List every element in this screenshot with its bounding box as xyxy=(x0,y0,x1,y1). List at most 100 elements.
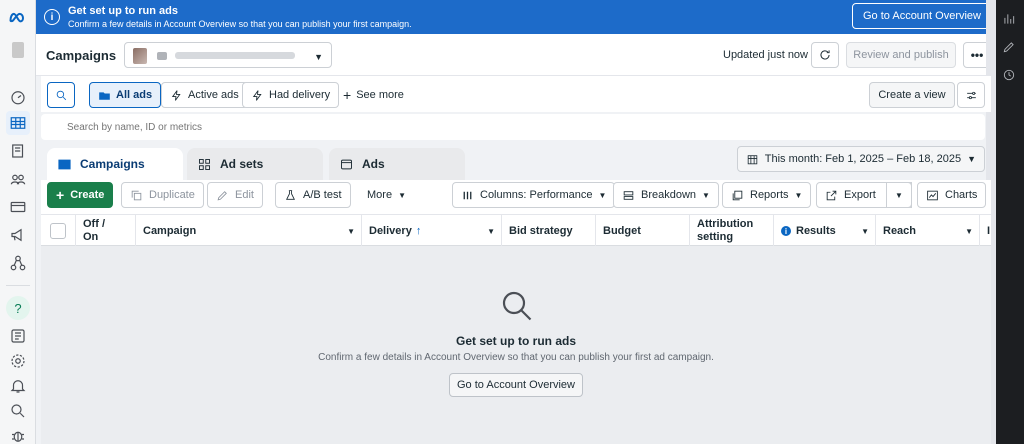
lightning-icon xyxy=(252,89,262,101)
export-icon xyxy=(826,190,837,200)
columns-button[interactable]: Columns: Performance ▼ xyxy=(452,182,616,208)
settings-gear-icon[interactable] xyxy=(6,349,30,373)
filter-bar: All ads Active ads Had delivery + See mo… xyxy=(41,76,991,112)
create-button[interactable]: + Create xyxy=(47,182,114,208)
filter-active-ads[interactable]: Active ads xyxy=(161,82,248,108)
search-icon[interactable] xyxy=(6,399,30,423)
columns-label: Columns: Performance xyxy=(480,189,593,201)
tab-ads[interactable]: Ads xyxy=(329,148,465,180)
pencil-icon[interactable] xyxy=(1002,40,1018,56)
filter-active-ads-label: Active ads xyxy=(188,89,239,101)
breakdown-button[interactable]: Breakdown ▼ xyxy=(613,182,719,208)
pencil-icon xyxy=(217,190,227,200)
ad-window-icon xyxy=(341,159,352,169)
line-chart-icon xyxy=(927,190,938,200)
tab-campaigns[interactable]: Campaigns xyxy=(47,148,183,180)
search-icon xyxy=(56,90,66,100)
date-range-picker[interactable]: This month: Feb 1, 2025 – Feb 18, 2025 ▼ xyxy=(736,146,985,172)
table-header: Off / On Campaign ▼ Delivery ↑ ▼ Bid str… xyxy=(41,214,991,247)
audience-icon[interactable] xyxy=(6,167,30,191)
column-bid-strategy[interactable]: Bid strategy xyxy=(502,215,596,247)
date-range-label: This month: Feb 1, 2025 – Feb 18, 2025 xyxy=(764,153,962,165)
gauge-icon[interactable] xyxy=(6,85,30,109)
sliders-icon xyxy=(966,91,976,99)
page-header: Campaigns ▼ Updated just now Review and … xyxy=(36,34,996,76)
page-title: Campaigns xyxy=(46,48,117,63)
see-more-filters[interactable]: + See more xyxy=(335,82,412,108)
column-campaign[interactable]: Campaign ▼ xyxy=(136,215,362,247)
create-view-button[interactable]: Create a view xyxy=(869,82,955,108)
review-publish-button[interactable]: Review and publish xyxy=(846,42,956,68)
filter-all-ads[interactable]: All ads xyxy=(89,82,162,108)
banner-subtitle: Confirm a few details in Account Overvie… xyxy=(68,19,412,29)
create-label: Create xyxy=(70,189,105,201)
calendar-icon xyxy=(747,154,758,164)
help-icon[interactable]: ? xyxy=(6,296,30,320)
reports-button[interactable]: Reports ▼ xyxy=(722,182,812,208)
column-next-truncated[interactable]: I xyxy=(980,215,991,247)
megaphone-icon[interactable] xyxy=(6,223,30,247)
chevron-down-icon: ▼ xyxy=(398,190,406,200)
search-toggle-button[interactable] xyxy=(47,82,75,108)
pages-icon[interactable] xyxy=(6,139,30,163)
flask-icon xyxy=(286,189,295,200)
breakdown-icon xyxy=(623,190,634,200)
folder-icon xyxy=(99,91,110,100)
campaign-toolbar: + Create Duplicate Edit A/B test More ▼ xyxy=(41,180,991,214)
column-reach[interactable]: Reach ▼ xyxy=(876,215,980,247)
bell-icon[interactable] xyxy=(6,374,30,398)
grid-icon xyxy=(199,158,210,170)
history-clock-icon[interactable] xyxy=(1002,68,1018,84)
select-all-checkbox[interactable] xyxy=(50,223,66,239)
lightning-icon xyxy=(171,89,181,101)
banner-account-overview-button[interactable]: Go to Account Overview xyxy=(852,3,992,29)
column-off-on[interactable]: Off / On xyxy=(76,215,136,247)
column-attribution[interactable]: Attribution setting xyxy=(690,215,774,247)
column-attribution-label: Attribution setting xyxy=(697,218,754,243)
network-icon[interactable] xyxy=(6,251,30,275)
chevron-down-icon: ▼ xyxy=(965,226,973,236)
chevron-down-icon: ▼ xyxy=(794,190,803,200)
column-off-on-label: Off / On xyxy=(83,218,105,243)
more-actions-button[interactable]: More ▼ xyxy=(359,182,414,208)
column-next-label: I xyxy=(987,225,991,237)
charts-button[interactable]: Charts xyxy=(917,182,987,208)
bug-report-icon[interactable] xyxy=(6,424,30,444)
filter-had-delivery-label: Had delivery xyxy=(269,89,331,101)
meta-logo-icon[interactable] xyxy=(6,6,30,30)
news-icon[interactable] xyxy=(6,324,30,348)
plus-icon: + xyxy=(343,87,352,103)
refresh-button[interactable] xyxy=(811,42,839,68)
filter-had-delivery[interactable]: Had delivery xyxy=(242,82,340,108)
plus-icon: + xyxy=(56,187,65,203)
search-input[interactable] xyxy=(41,114,985,140)
ad-account-selector[interactable]: ▼ xyxy=(124,42,332,68)
refresh-icon xyxy=(820,50,830,60)
info-icon: i xyxy=(44,9,60,25)
ads-manager: ? i Get set up to run ads Confirm a few … xyxy=(0,0,1024,444)
duplicate-button[interactable]: Duplicate xyxy=(121,182,204,208)
edit-button[interactable]: Edit xyxy=(207,182,263,208)
ab-test-button[interactable]: A/B test xyxy=(275,182,351,208)
info-icon: i xyxy=(781,226,791,236)
updated-status: Updated just now xyxy=(723,49,808,61)
chevron-down-icon: ▼ xyxy=(347,226,355,236)
view-settings-button[interactable] xyxy=(957,82,985,108)
column-campaign-label: Campaign xyxy=(143,225,197,237)
account-avatar[interactable] xyxy=(6,38,30,62)
export-options-button[interactable]: ▼ xyxy=(886,182,912,208)
reports-icon xyxy=(732,190,743,200)
column-delivery[interactable]: Delivery ↑ ▼ xyxy=(362,215,502,247)
left-nav-rail: ? xyxy=(0,0,36,444)
column-results[interactable]: i Results ▼ xyxy=(774,215,876,247)
select-all-column xyxy=(41,215,76,247)
empty-account-overview-button[interactable]: Go to Account Overview xyxy=(449,373,583,397)
chart-bars-icon[interactable] xyxy=(1002,12,1018,28)
export-label: Export xyxy=(844,189,876,201)
billing-card-icon[interactable] xyxy=(6,195,30,219)
column-budget[interactable]: Budget xyxy=(596,215,690,247)
copy-icon xyxy=(131,190,142,200)
chevron-down-icon: ▼ xyxy=(861,226,869,236)
campaigns-table-icon[interactable] xyxy=(6,111,30,135)
tab-ad-sets[interactable]: Ad sets xyxy=(187,148,323,180)
